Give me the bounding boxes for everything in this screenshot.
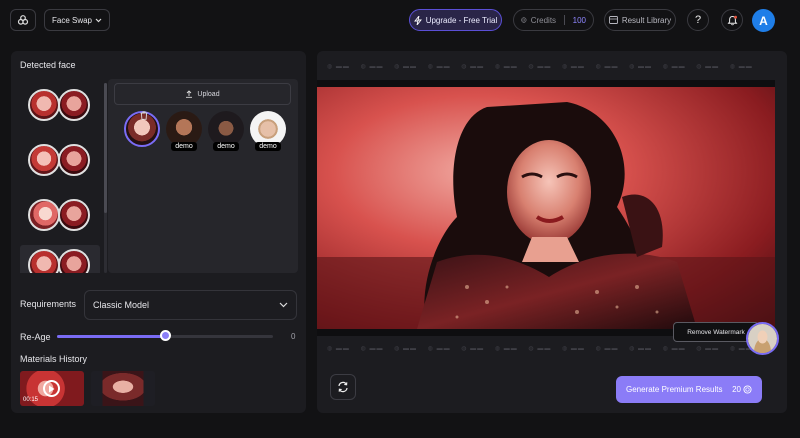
face-picker: Upload demo demo demo bbox=[108, 79, 298, 273]
upload-button[interactable]: Upload bbox=[114, 83, 291, 105]
user-avatar[interactable]: A bbox=[752, 9, 775, 32]
help-icon: ? bbox=[694, 14, 702, 26]
upload-icon bbox=[186, 90, 193, 98]
chevron-down-icon bbox=[95, 18, 102, 22]
demo-tag-3: demo bbox=[255, 142, 281, 151]
play-icon bbox=[43, 380, 60, 397]
mode-label: Face Swap bbox=[51, 15, 93, 25]
lightning-icon bbox=[413, 15, 422, 25]
upgrade-label: Upgrade - Free Trial bbox=[425, 15, 498, 25]
generate-label: Generate Premium Results bbox=[626, 385, 723, 394]
divider bbox=[564, 15, 565, 25]
face-pair-2[interactable] bbox=[20, 140, 100, 180]
generate-cost: 20 bbox=[732, 385, 752, 394]
face-pair-4-selected[interactable] bbox=[20, 245, 100, 273]
model-value: Classic Model bbox=[93, 300, 150, 310]
reage-slider-fill bbox=[57, 335, 165, 338]
app-logo-button[interactable] bbox=[10, 9, 36, 31]
face-list-scroll-thumb[interactable] bbox=[104, 83, 107, 213]
demo-tag-1: demo bbox=[171, 142, 197, 151]
credits-badge[interactable]: Credits 100 bbox=[513, 9, 594, 31]
demo-tag-2: demo bbox=[213, 142, 239, 151]
upgrade-button[interactable]: Upgrade - Free Trial bbox=[409, 9, 502, 31]
bell-icon bbox=[727, 15, 737, 25]
credits-label: Credits bbox=[530, 15, 557, 25]
trash-icon bbox=[140, 110, 148, 120]
target-face bbox=[58, 249, 90, 273]
coin-icon bbox=[743, 385, 752, 394]
result-image bbox=[317, 87, 775, 329]
face-pair-3[interactable] bbox=[20, 195, 100, 235]
preview-panel: ◍ ▬▬ ◍ ▬▬ ◍ ▬▬ ◍ ▬▬ ◍ ▬▬ ◍ ▬▬ ◍ ▬▬ ◍ ▬▬ … bbox=[317, 51, 787, 413]
photo-letterbox-top bbox=[317, 80, 775, 87]
watermark-preview-avatar[interactable] bbox=[746, 322, 779, 355]
materials-history-title: Materials History bbox=[20, 354, 88, 364]
source-face bbox=[28, 199, 60, 231]
library-label: Result Library bbox=[621, 15, 672, 25]
history-item-video[interactable]: 00:15 bbox=[20, 371, 84, 406]
help-button[interactable]: ? bbox=[687, 9, 709, 31]
library-icon bbox=[608, 16, 618, 24]
regenerate-button[interactable] bbox=[330, 374, 356, 400]
reage-label: Re-Age bbox=[20, 332, 51, 342]
generate-premium-button[interactable]: Generate Premium Results 20 bbox=[616, 376, 762, 403]
face-pair-1[interactable] bbox=[20, 85, 100, 125]
top-bar: Face Swap Upgrade - Free Trial Credits 1… bbox=[0, 0, 800, 40]
watermark-row: ◍ ▬▬ ◍ ▬▬ ◍ ▬▬ ◍ ▬▬ ◍ ▬▬ ◍ ▬▬ ◍ ▬▬ ◍ ▬▬ … bbox=[327, 346, 753, 352]
detected-face-title: Detected face bbox=[20, 60, 76, 70]
notifications-button[interactable] bbox=[721, 9, 743, 31]
source-face bbox=[28, 89, 60, 121]
target-face bbox=[58, 144, 90, 176]
mode-dropdown[interactable]: Face Swap bbox=[44, 9, 110, 31]
source-face bbox=[28, 249, 60, 273]
target-face bbox=[58, 89, 90, 121]
coin-icon bbox=[521, 17, 527, 23]
reage-slider-thumb[interactable] bbox=[160, 330, 171, 341]
video-duration: 00:15 bbox=[23, 397, 39, 403]
left-panel: Detected face Upload demo demo demo Requ… bbox=[11, 51, 306, 413]
generate-cost-value: 20 bbox=[732, 385, 741, 394]
app-logo-icon bbox=[17, 15, 29, 25]
chevron-down-icon bbox=[279, 302, 288, 308]
delete-face-button[interactable] bbox=[139, 110, 149, 120]
source-face bbox=[28, 144, 60, 176]
reage-value: 0 bbox=[291, 332, 296, 341]
result-library-button[interactable]: Result Library bbox=[604, 9, 676, 31]
credits-value: 100 bbox=[572, 15, 586, 25]
model-select[interactable]: Classic Model bbox=[84, 290, 297, 320]
history-item-image[interactable] bbox=[91, 371, 155, 406]
target-face bbox=[58, 199, 90, 231]
watermark-row: ◍ ▬▬ ◍ ▬▬ ◍ ▬▬ ◍ ▬▬ ◍ ▬▬ ◍ ▬▬ ◍ ▬▬ ◍ ▬▬ … bbox=[327, 64, 753, 70]
requirements-label: Requirements bbox=[20, 299, 77, 309]
refresh-icon bbox=[338, 381, 348, 393]
upload-label: Upload bbox=[197, 90, 220, 98]
